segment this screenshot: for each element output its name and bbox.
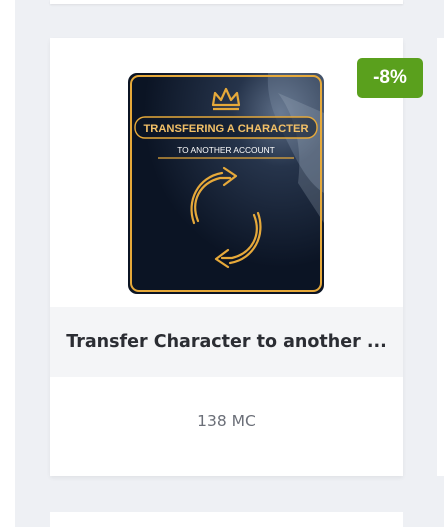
product-image[interactable]: TRANSFERING A CHARACTER TO ANOTHER ACCOU… <box>128 73 324 294</box>
image-heading-line2: TO ANOTHER ACCOUNT <box>177 145 275 155</box>
next-product-card[interactable] <box>437 38 444 476</box>
next-row-product-card[interactable] <box>50 512 403 532</box>
product-price: 138 MC <box>197 412 256 430</box>
discount-badge: -8% <box>357 58 423 98</box>
product-title-band: Transfer Character to another ... <box>50 307 403 377</box>
left-edge <box>0 0 15 527</box>
previous-product-card[interactable] <box>50 0 403 4</box>
product-card[interactable]: TRANSFERING A CHARACTER TO ANOTHER ACCOU… <box>50 38 423 476</box>
image-heading-line1: TRANSFERING A CHARACTER <box>143 123 308 135</box>
product-title[interactable]: Transfer Character to another ... <box>66 332 387 352</box>
